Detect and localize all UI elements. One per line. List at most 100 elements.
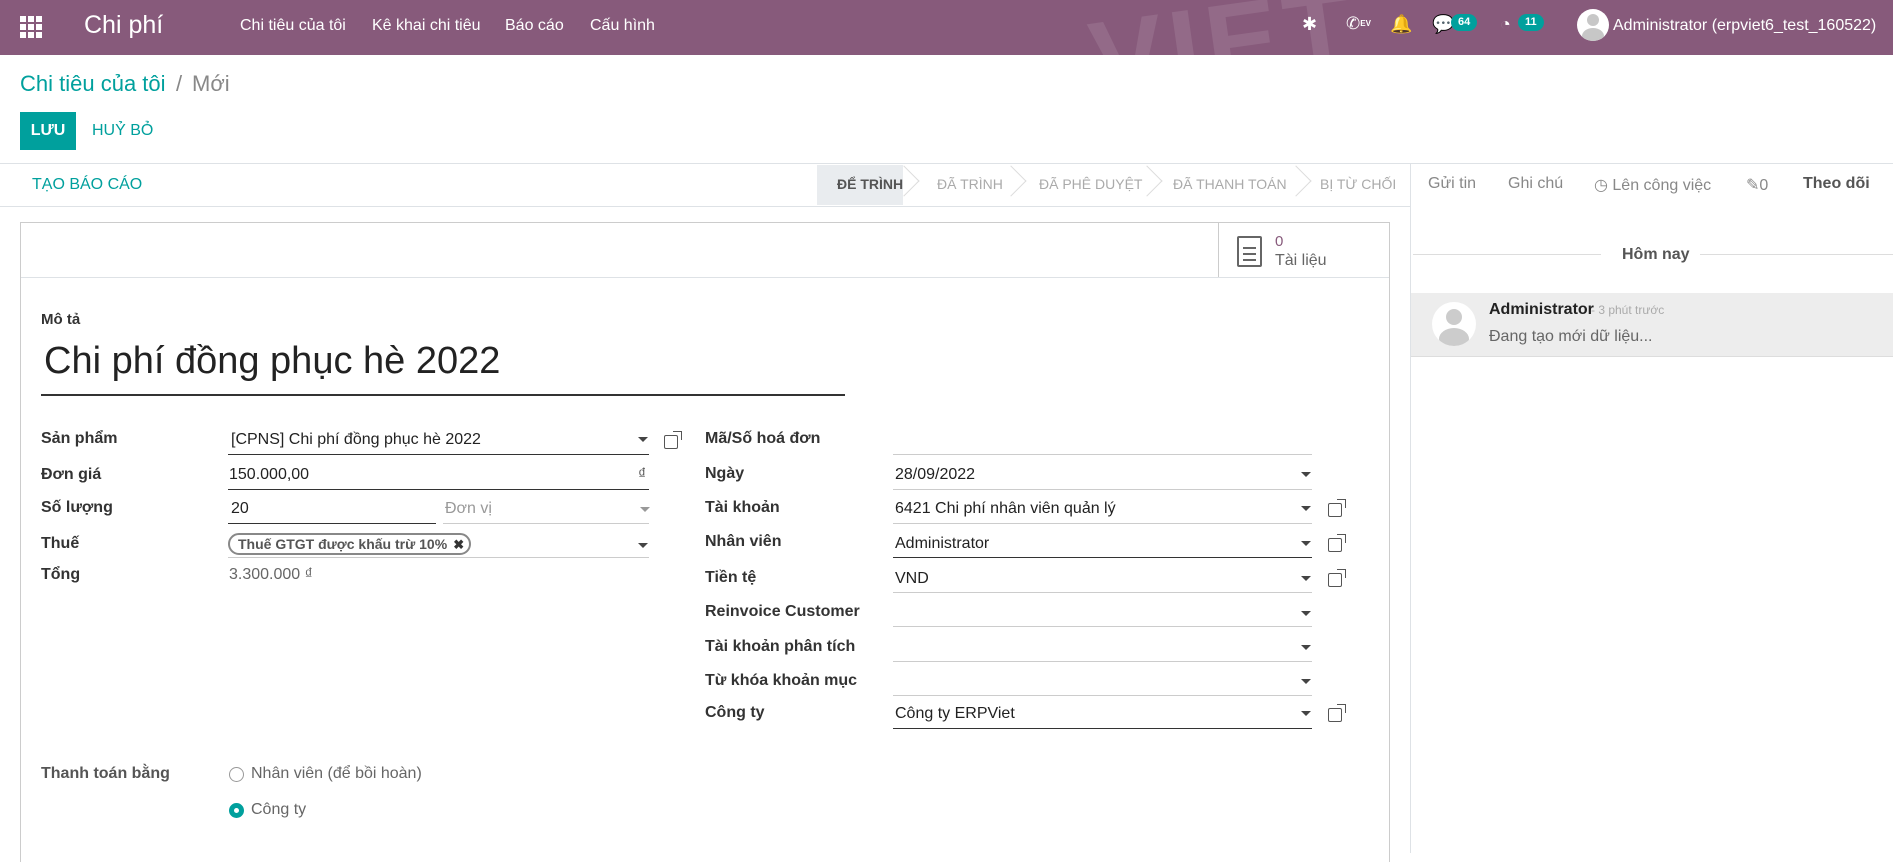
account-label: Tài khoản bbox=[705, 499, 780, 516]
date-value: 28/09/2022 bbox=[895, 466, 976, 483]
message-time: - 3 phút trước bbox=[1591, 303, 1665, 317]
documents-count: 0 bbox=[1275, 233, 1284, 250]
external-link-icon[interactable] bbox=[1328, 569, 1346, 587]
product-label: Sản phẩm bbox=[41, 430, 118, 447]
payment-company-radio[interactable] bbox=[229, 803, 244, 818]
external-link-icon[interactable] bbox=[1328, 704, 1346, 722]
external-link-icon[interactable] bbox=[664, 431, 682, 449]
follow-button[interactable]: Theo dõi bbox=[1803, 175, 1870, 193]
close-icon[interactable]: ✖ bbox=[453, 536, 464, 554]
description-label: Mô tả bbox=[41, 311, 81, 328]
quantity-field[interactable] bbox=[228, 494, 436, 524]
company-label: Công ty bbox=[705, 704, 765, 721]
employee-label: Nhân viên bbox=[705, 533, 782, 550]
user-avatar[interactable] bbox=[1577, 9, 1609, 41]
external-link-icon[interactable] bbox=[1328, 534, 1346, 552]
breadcrumb-separator: / bbox=[176, 71, 183, 96]
discard-button[interactable]: HUỶ BỎ bbox=[92, 122, 153, 140]
unit-price-label: Đơn giá bbox=[41, 466, 102, 483]
log-note-button[interactable]: Ghi chú bbox=[1508, 175, 1563, 193]
date-label: Ngày bbox=[705, 465, 745, 482]
attachments-button[interactable]: ✎0 bbox=[1746, 175, 1768, 195]
analytic-tags-label: Từ khóa khoản mục bbox=[705, 672, 858, 689]
currency-field[interactable] bbox=[893, 563, 1312, 593]
divider bbox=[1700, 254, 1893, 255]
chevron-down-icon[interactable] bbox=[640, 507, 650, 512]
uom-placeholder: Đơn vị bbox=[445, 500, 492, 517]
quantity-value: 20 bbox=[231, 500, 249, 517]
create-report-button[interactable]: TẠO BÁO CÁO bbox=[32, 176, 142, 194]
employee-value: Administrator bbox=[895, 535, 990, 552]
message-author[interactable]: Administrator bbox=[1489, 301, 1594, 319]
currency-value: VND bbox=[895, 570, 929, 587]
activities-count-badge: 11 bbox=[1518, 14, 1544, 31]
payment-employee-radio[interactable] bbox=[229, 767, 244, 782]
document-icon bbox=[1237, 236, 1262, 267]
attachments-count: 0 bbox=[1759, 177, 1769, 194]
clock-icon: ◷ bbox=[1594, 177, 1613, 194]
total-label: Tổng bbox=[41, 566, 81, 583]
menu-expense-reports[interactable]: Kê khai chi tiêu bbox=[372, 17, 481, 35]
schedule-activity-button[interactable]: ◷ Lên công việc bbox=[1594, 175, 1711, 195]
quantity-label: Số lượng bbox=[41, 499, 113, 516]
unit-price-value: 150.000,00 bbox=[229, 466, 310, 483]
tax-tag-label: Thuế GTGT được khấu trừ 10% bbox=[238, 536, 448, 552]
messages-count-badge: 64 bbox=[1451, 14, 1478, 31]
clock-icon[interactable]: ◔ bbox=[1500, 13, 1511, 35]
stage-refused[interactable]: BỊ TỪ CHỐI bbox=[1320, 176, 1396, 192]
stage-approved[interactable]: ĐÃ PHÊ DUYỆT bbox=[1039, 176, 1142, 192]
chevron-down-icon[interactable] bbox=[1301, 541, 1311, 546]
chevron-down-icon[interactable] bbox=[1301, 679, 1311, 684]
invoice-number-field[interactable] bbox=[893, 425, 1312, 455]
chevron-down-icon[interactable] bbox=[1301, 645, 1311, 650]
phone-icon[interactable]: ✆EV bbox=[1346, 13, 1371, 35]
apps-menu-icon[interactable] bbox=[20, 16, 42, 38]
watermark: VIET bbox=[1082, 0, 1366, 124]
tax-label: Thuế bbox=[41, 535, 80, 552]
message-avatar[interactable] bbox=[1432, 302, 1476, 346]
payment-employee-label[interactable]: Nhân viên (để bồi hoàn) bbox=[251, 765, 422, 783]
send-message-button[interactable]: Gửi tin bbox=[1428, 175, 1476, 193]
breadcrumb-current: Mới bbox=[192, 71, 230, 96]
message-body: Đang tạo mới dữ liệu... bbox=[1489, 328, 1653, 345]
save-button[interactable]: LƯU bbox=[20, 112, 76, 150]
stage-submitted[interactable]: ĐÃ TRÌNH bbox=[937, 176, 1003, 192]
documents-label: Tài liệu bbox=[1275, 252, 1327, 269]
divider bbox=[21, 277, 1389, 278]
analytic-account-field[interactable] bbox=[893, 632, 1312, 662]
chevron-down-icon[interactable] bbox=[638, 437, 648, 442]
ev-badge: EV bbox=[1360, 19, 1371, 28]
menu-my-expenses[interactable]: Chi tiêu của tôi bbox=[240, 17, 346, 35]
top-navbar: VIET Chi phí Chi tiêu của tôi Kê khai ch… bbox=[0, 0, 1893, 123]
chevron-down-icon[interactable] bbox=[1301, 472, 1311, 477]
description-input[interactable]: Chi phí đồng phục hè 2022 bbox=[44, 340, 500, 383]
external-link-icon[interactable] bbox=[1328, 499, 1346, 517]
tax-tag: Thuế GTGT được khấu trừ 10% ✖ bbox=[228, 533, 472, 555]
analytic-tags-field[interactable] bbox=[893, 666, 1312, 696]
schedule-activity-label: Lên công việc bbox=[1612, 177, 1712, 194]
chevron-down-icon[interactable] bbox=[1301, 611, 1311, 616]
currency-symbol: ₫ bbox=[638, 466, 647, 483]
reinvoice-customer-field[interactable] bbox=[893, 597, 1312, 627]
analytic-account-label: Tài khoản phân tích bbox=[705, 638, 856, 655]
chatter-divider bbox=[1410, 163, 1411, 853]
user-menu[interactable]: Administrator (erpviet6_test_160522) bbox=[1613, 17, 1876, 35]
debug-bug-icon[interactable]: ✱ bbox=[1302, 13, 1317, 35]
menu-reporting[interactable]: Báo cáo bbox=[505, 17, 564, 35]
account-value: 6421 Chi phí nhân viên quản lý bbox=[895, 500, 1116, 517]
stage-paid[interactable]: ĐÃ THANH TOÁN bbox=[1173, 176, 1287, 192]
payment-company-label[interactable]: Công ty bbox=[251, 801, 306, 819]
description-underline bbox=[41, 394, 845, 396]
chevron-down-icon[interactable] bbox=[638, 543, 648, 548]
paperclip-icon: ✎ bbox=[1746, 177, 1760, 194]
bell-icon[interactable]: 🔔 bbox=[1390, 13, 1412, 35]
reinvoice-customer-label: Reinvoice Customer bbox=[705, 603, 860, 620]
chevron-down-icon[interactable] bbox=[1301, 576, 1311, 581]
chevron-down-icon[interactable] bbox=[1301, 711, 1311, 716]
divider bbox=[0, 163, 1893, 164]
breadcrumb-parent[interactable]: Chi tiêu của tôi bbox=[20, 71, 166, 97]
menu-configuration[interactable]: Cấu hình bbox=[590, 17, 655, 35]
app-title: Chi phí bbox=[84, 11, 164, 39]
chevron-down-icon[interactable] bbox=[1301, 506, 1311, 511]
currency-label: Tiền tệ bbox=[705, 569, 757, 586]
